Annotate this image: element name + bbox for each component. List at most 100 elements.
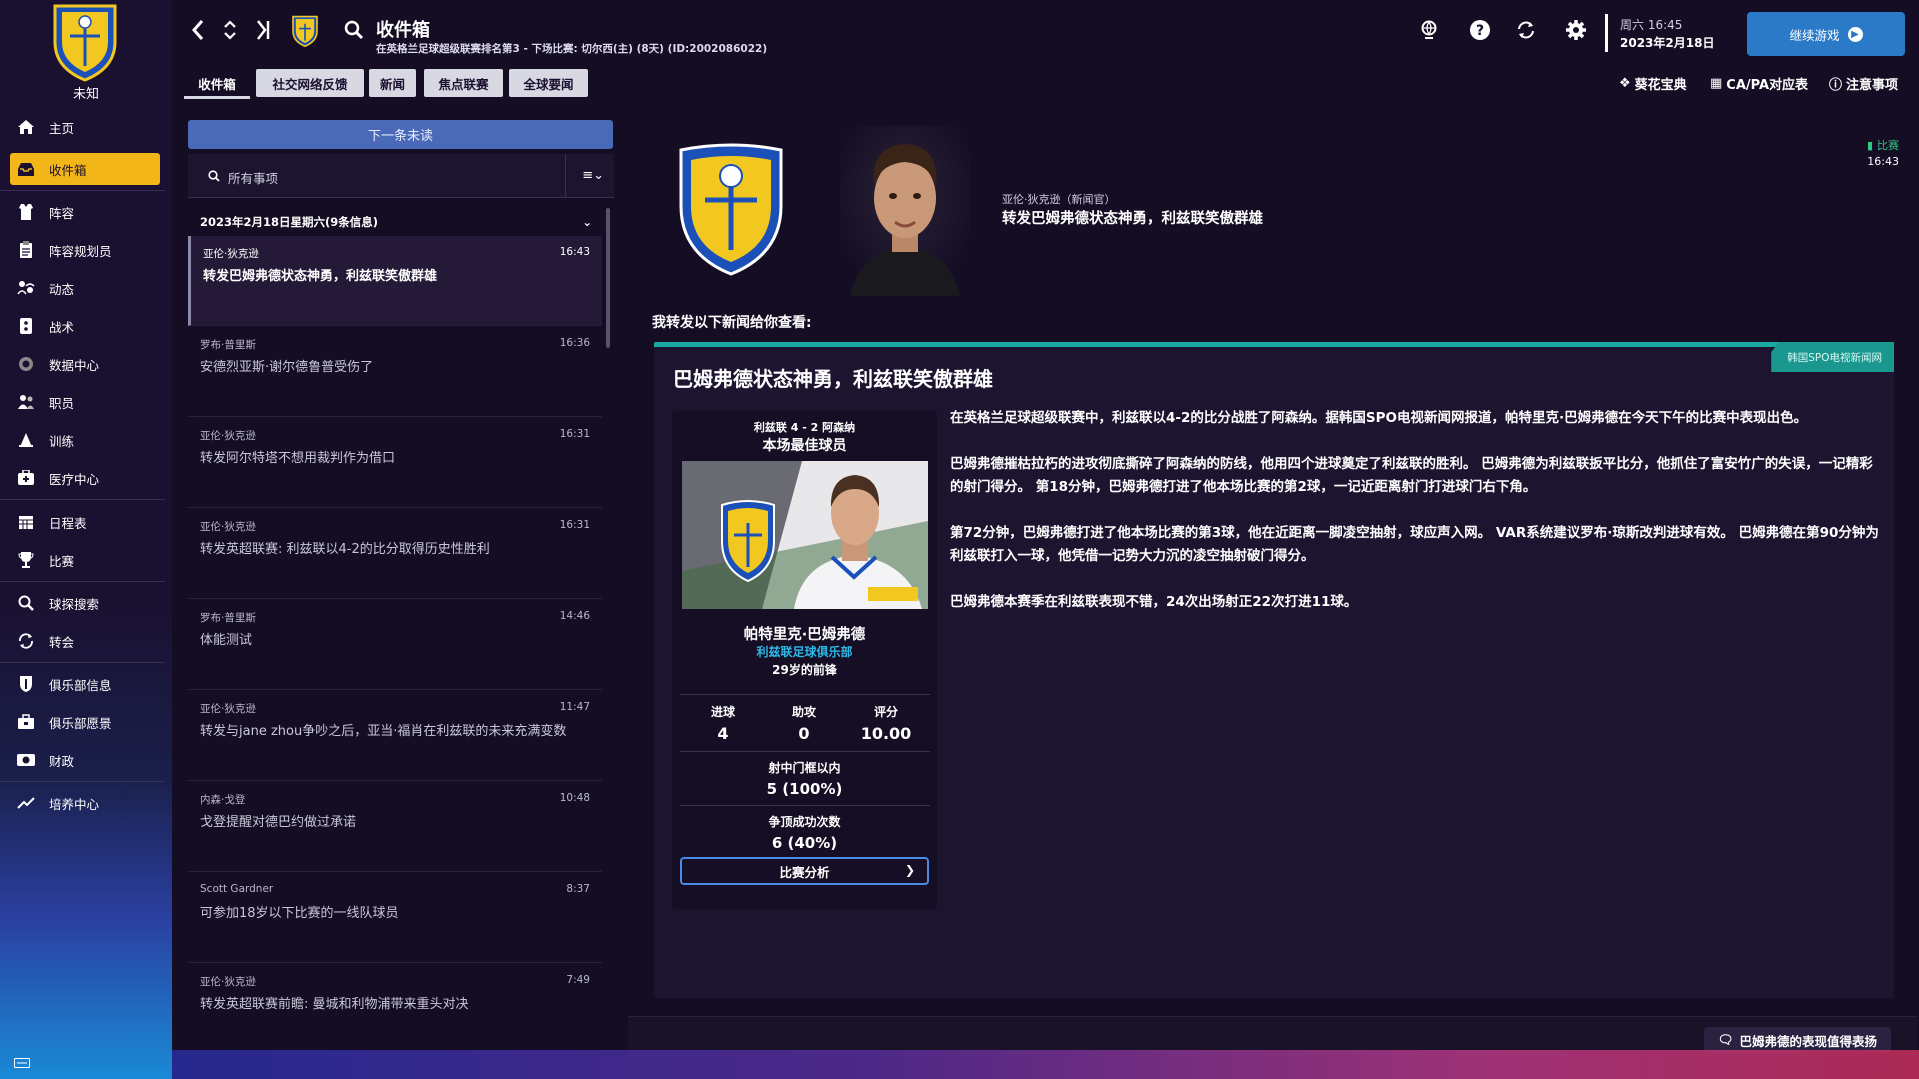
scouting-icon	[15, 594, 37, 612]
tab-focus-leagues[interactable]: 焦点联赛	[424, 69, 503, 97]
message-time: 16:31	[559, 428, 590, 440]
inbox-message[interactable]: Scott Gardner 8:37 可参加18岁以下比赛的一线队球员	[188, 873, 602, 963]
sidebar-item-label: 财政	[49, 753, 75, 769]
ticket-icon: ▮	[1866, 139, 1873, 152]
filter-search-input[interactable]: 所有事项	[208, 168, 278, 187]
sidebar-item-inbox[interactable]: 收件箱	[10, 153, 160, 185]
match-analysis-button[interactable]: 比赛分析 ❯	[680, 857, 929, 885]
sidebar-item-club-vision[interactable]: 俱乐部愿景	[10, 706, 160, 738]
capa-table-link[interactable]: ▦ CA/PA对应表	[1710, 74, 1808, 93]
message-subject: 转发阿尔特塔不想用裁判作为借口	[200, 451, 396, 466]
bottom-gradient	[172, 1050, 1919, 1079]
sidebar-item-club-info[interactable]: 俱乐部信息	[10, 668, 160, 700]
list-scrollbar[interactable]	[606, 208, 610, 348]
inbox-message[interactable]: 罗布·普里斯 14:46 体能测试	[188, 600, 602, 690]
player-name[interactable]: 帕特里克·巴姆弗德	[672, 623, 937, 644]
sidebar-item-schedule[interactable]: 日程表	[10, 506, 160, 538]
notes-link[interactable]: ⓘ 注意事项	[1829, 74, 1898, 93]
inbox-message[interactable]: 亚伦·狄克逊 16:31 转发阿尔特塔不想用裁判作为借口	[188, 418, 602, 508]
sidebar-item-finances[interactable]: 财政	[10, 744, 160, 776]
sidebar-item-label: 球探搜索	[49, 596, 100, 612]
search-icon[interactable]	[342, 18, 366, 42]
tab-social-feedback[interactable]: 社交网络反馈	[256, 69, 364, 97]
sender-avatar	[840, 126, 970, 296]
sidebar-item-staff[interactable]: 职员	[10, 386, 160, 418]
sidebar-divider	[0, 581, 165, 582]
player-of-the-match-card: 利兹联 4 - 2 阿森纳 本场最佳球员 帕特里克·巴姆弗德 利兹联足球俱乐部 …	[672, 411, 937, 909]
svg-text:?: ?	[1476, 23, 1484, 39]
club-crest-small-icon[interactable]	[290, 14, 320, 48]
tab-news[interactable]: 新闻	[369, 69, 416, 97]
player-club[interactable]: 利兹联足球俱乐部	[672, 643, 937, 660]
sidebar-item-data-hub[interactable]: 数据中心	[10, 348, 160, 380]
tab-inbox[interactable]: 收件箱	[184, 69, 250, 97]
info-icon: ⓘ	[1829, 78, 1843, 93]
tab-label: 社交网络反馈	[272, 76, 348, 92]
tab-world-news[interactable]: 全球要闻	[509, 69, 588, 97]
cheat-book-link[interactable]: ❖ 葵花宝典	[1619, 74, 1687, 93]
squad-icon	[15, 203, 37, 221]
grid-icon: ❖	[1619, 76, 1631, 91]
sidebar-item-squad[interactable]: 阵容	[10, 196, 160, 228]
filter-divider	[565, 154, 566, 198]
stat-assists: 助攻 0	[764, 703, 844, 743]
inbox-message[interactable]: 亚伦·狄克逊 7:49 转发英超联赛前瞻: 曼城和利物浦带来重头对决	[188, 964, 602, 1054]
chat-bubble-icon: 🗨	[1717, 1032, 1734, 1047]
stat-rating: 评分 10.00	[846, 703, 926, 743]
stat-label: 争顶成功次数	[768, 815, 841, 829]
tactics-icon	[15, 317, 37, 335]
sidebar-item-label: 动态	[49, 281, 75, 297]
inbox-message[interactable]: 内森·戈登 10:48 戈登提醒对德巴约做过承诺	[188, 782, 602, 872]
filter-menu-icon[interactable]: ≡⌄	[582, 168, 604, 183]
skip-forward-icon[interactable]	[252, 18, 274, 42]
top-bar: 收件箱 在英格兰足球超级联赛排名第3 - 下场比赛: 切尔西(主) (8天) (…	[172, 0, 1919, 56]
sidebar-item-home[interactable]: 主页	[10, 111, 160, 143]
sidebar-item-label: 培养中心	[49, 796, 100, 812]
club-crest-icon[interactable]	[50, 2, 120, 82]
sidebar-item-competitions[interactable]: 比赛	[10, 544, 160, 576]
sidebar-item-training[interactable]: 训练	[10, 424, 160, 456]
day-group-header[interactable]: 2023年2月18日星期六(9条信息) ⌄	[188, 208, 602, 236]
player-photo[interactable]	[682, 461, 928, 609]
sidebar-item-scouting[interactable]: 球探搜索	[10, 587, 160, 619]
sidebar-item-label: 主页	[49, 120, 75, 136]
help-icon[interactable]: ?	[1468, 18, 1492, 42]
player-age-position: 29岁的前锋	[772, 663, 837, 677]
sidebar-item-transfers[interactable]: 转会	[10, 625, 160, 657]
sidebar-item-dynamics[interactable]: 动态	[10, 272, 160, 304]
message-subject: 可参加18岁以下比赛的一线队球员	[200, 906, 399, 921]
stat-goals: 进球 4	[683, 703, 763, 743]
refresh-icon[interactable]	[1514, 18, 1538, 42]
settings-gear-icon[interactable]	[1564, 18, 1588, 42]
message-subject: 安德烈亚斯·谢尔德鲁普受伤了	[200, 360, 374, 375]
message-subject: 体能测试	[200, 633, 253, 648]
message-sender: 亚伦·狄克逊	[200, 976, 256, 988]
keyboard-icon[interactable]	[14, 1058, 30, 1068]
globe-hand-icon[interactable]	[1417, 18, 1441, 42]
game-date: 周六 16:45 2023年2月18日	[1620, 16, 1714, 52]
continue-game-button[interactable]: 继续游戏 ▶	[1747, 12, 1905, 56]
filter-placeholder: 所有事项	[228, 171, 279, 186]
up-down-icon[interactable]	[220, 18, 240, 42]
tab-underline	[184, 96, 250, 99]
message-time: 14:46	[559, 610, 590, 622]
back-icon[interactable]	[187, 18, 209, 42]
sidebar-item-squad-planner[interactable]: 阵容规划员	[10, 234, 160, 266]
next-unread-button[interactable]: 下一条未读	[188, 120, 613, 149]
inbox-message[interactable]: 亚伦·狄克逊 16:31 转发英超联赛: 利兹联以4-2的比分取得历史性胜利	[188, 509, 602, 599]
sidebar: 未知 主页 收件箱 阵容 阵容规划员 动态 战术 数据中心 职员 训练 医疗中心	[0, 0, 172, 1079]
message-time: 16:36	[559, 337, 590, 349]
inbox-message[interactable]: 亚伦·狄克逊 16:43 转发巴姆弗德状态神勇，利兹联笑傲群雄	[188, 236, 602, 326]
sidebar-item-tactics[interactable]: 战术	[10, 310, 160, 342]
card-divider	[680, 805, 930, 806]
home-icon	[15, 118, 37, 136]
sidebar-divider	[0, 190, 165, 191]
sidebar-item-medical[interactable]: 医疗中心	[10, 462, 160, 494]
inbox-message[interactable]: 亚伦·狄克逊 11:47 转发与jane zhou争吵之后，亚当·福肖在利兹联的…	[188, 691, 602, 781]
card-divider	[680, 694, 930, 695]
sidebar-item-development[interactable]: 培养中心	[10, 787, 160, 819]
match-score: 利兹联 4 - 2 阿森纳	[753, 421, 856, 434]
inbox-message[interactable]: 罗布·普里斯 16:36 安德烈亚斯·谢尔德鲁普受伤了	[188, 327, 602, 417]
chevron-right-icon: ❯	[904, 863, 915, 877]
article-body: 在英格兰足球超级联赛中，利兹联以4-2的比分战胜了阿森纳。据韩国SPO电视新闻网…	[950, 407, 1880, 637]
